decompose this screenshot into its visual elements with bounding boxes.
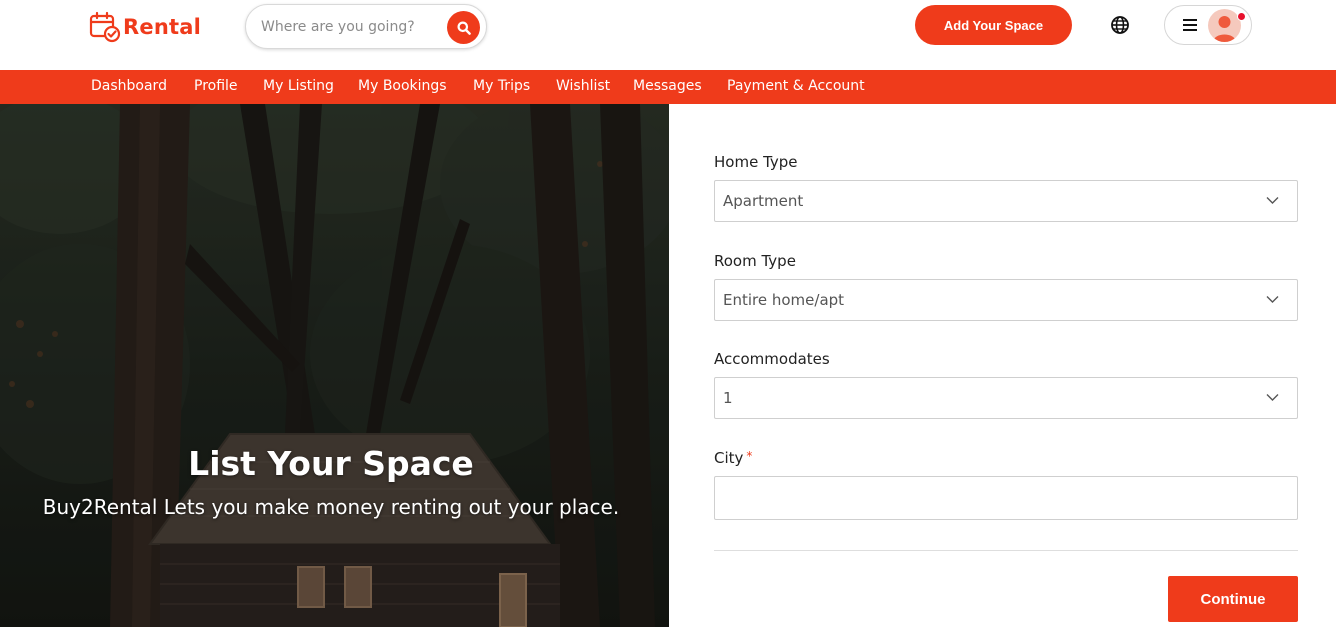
- required-asterisk: *: [746, 449, 753, 463]
- globe-icon[interactable]: [1110, 15, 1130, 35]
- continue-button[interactable]: Continue: [1168, 576, 1298, 622]
- search-bar: [245, 4, 487, 49]
- search-icon: [457, 21, 471, 35]
- chevron-down-icon: [1266, 296, 1279, 303]
- user-menu-button[interactable]: [1164, 5, 1252, 45]
- hero-subtitle: Buy2Rental Lets you make money renting o…: [42, 495, 620, 519]
- forest-cabin-illustration: [0, 104, 669, 627]
- home-type-select[interactable]: Apartment: [714, 180, 1298, 222]
- accommodates-value: 1: [723, 389, 733, 407]
- notification-dot: [1237, 12, 1246, 21]
- nav-item-wishlist[interactable]: Wishlist: [556, 78, 610, 94]
- main-nav: Dashboard Profile My Listing My Bookings…: [0, 70, 1336, 104]
- nav-item-messages[interactable]: Messages: [633, 78, 702, 94]
- accommodates-label: Accommodates: [714, 350, 830, 368]
- city-input[interactable]: [714, 476, 1298, 520]
- nav-item-my-bookings[interactable]: My Bookings: [358, 78, 447, 94]
- room-type-value: Entire home/apt: [723, 291, 845, 309]
- hero-image: List Your Space Buy2Rental Lets you make…: [0, 104, 669, 627]
- logo[interactable]: Rental: [89, 10, 201, 44]
- nav-item-payment-account[interactable]: Payment & Account: [727, 78, 865, 94]
- nav-item-my-listing[interactable]: My Listing: [263, 78, 334, 94]
- room-type-label: Room Type: [714, 252, 796, 270]
- city-label: City *: [714, 449, 752, 467]
- hamburger-icon: [1183, 19, 1197, 31]
- logo-text: Rental: [123, 15, 201, 39]
- user-avatar-icon: [1208, 9, 1241, 42]
- accommodates-select[interactable]: 1: [714, 377, 1298, 419]
- home-type-label: Home Type: [714, 153, 798, 171]
- calendar-check-icon: [89, 11, 121, 43]
- nav-item-profile[interactable]: Profile: [194, 78, 238, 94]
- hero-title: List Your Space: [188, 444, 474, 483]
- home-type-value: Apartment: [723, 192, 804, 210]
- nav-item-dashboard[interactable]: Dashboard: [91, 78, 167, 94]
- add-your-space-button[interactable]: Add Your Space: [915, 5, 1072, 45]
- chevron-down-icon: [1266, 197, 1279, 204]
- city-label-text: City: [714, 449, 744, 467]
- search-input[interactable]: [261, 16, 446, 38]
- chevron-down-icon: [1266, 394, 1279, 401]
- header: Rental Add Your Space: [0, 0, 1336, 70]
- nav-item-my-trips[interactable]: My Trips: [473, 78, 530, 94]
- form-divider: [714, 550, 1298, 551]
- room-type-select[interactable]: Entire home/apt: [714, 279, 1298, 321]
- search-button[interactable]: [447, 11, 480, 44]
